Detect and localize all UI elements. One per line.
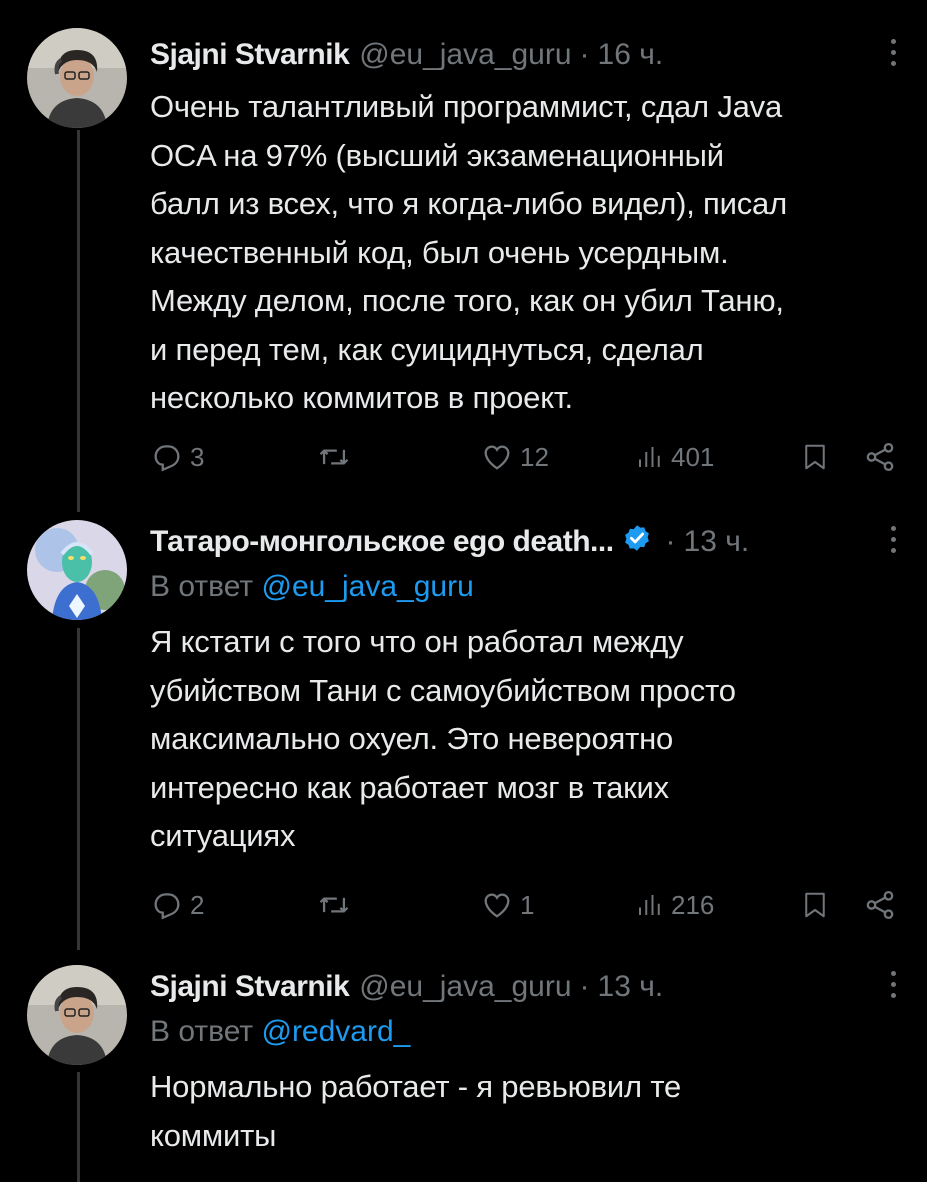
like-count: 12 (520, 441, 549, 472)
retweet-icon (319, 449, 349, 465)
tweet-text: Очень талантливый программист, сдал Java… (150, 83, 907, 423)
reply-prefix: В ответ (150, 1015, 254, 1048)
timestamp[interactable]: 13 ч. (598, 970, 664, 1004)
user-handle[interactable]: @eu_java_guru (359, 970, 571, 1004)
tweet-text: Нормально работает - я ревьювил те комми… (150, 1063, 907, 1160)
views-count: 401 (671, 441, 715, 472)
views-count: 216 (671, 889, 715, 920)
tweet-text-line: убийством Тани с самоубийством просто (150, 672, 736, 708)
separator-dot: · (579, 38, 590, 71)
tweet-text-line: балл из всех, что я когда-либо видел), п… (150, 186, 787, 221)
reply-icon (154, 893, 180, 920)
tweet-text-line: максимально охуел. Это невероятно (150, 721, 674, 756)
display-name[interactable]: Sjajni Stvarnik (150, 38, 350, 72)
tweet-text-line: качественный код, был очень усердным. (150, 234, 729, 270)
retweet-icon (319, 897, 349, 913)
reply-count: 2 (190, 889, 205, 920)
more-icon[interactable] (889, 971, 897, 998)
bookmark-icon (805, 892, 825, 918)
tweet-text-line: несколько коммитов в проект. (150, 380, 573, 415)
share-icon (866, 890, 894, 920)
tweet-text-line: Между делом, после того, как он убил Тан… (150, 283, 784, 318)
bookmark-button[interactable] (800, 440, 830, 474)
timestamp[interactable]: 13 ч. (684, 525, 750, 559)
retweet-button[interactable] (315, 888, 353, 922)
tweet-header: Sjajni Stvarnik @eu_java_guru · 16 ч. (150, 33, 907, 77)
more-icon[interactable] (889, 39, 897, 66)
reply-prefix: В ответ (150, 570, 254, 603)
display-name[interactable]: Татаро-монгольское ego death... (150, 525, 614, 559)
tweet-text-line: и перед тем, как суициднуться, сделал (150, 331, 704, 367)
action-bar: 3 12 401 (150, 440, 907, 480)
tweet-text-line: ситуациях (150, 818, 296, 853)
retweet-button[interactable] (315, 440, 353, 474)
share-icon (866, 442, 894, 472)
verified-badge-icon (622, 523, 652, 561)
more-icon[interactable] (889, 526, 897, 553)
bookmark-icon (805, 444, 825, 470)
tweet-text-line: интересно как работает мозг в таких (150, 769, 669, 805)
action-bar: 2 1 216 (150, 888, 907, 928)
avatar[interactable] (27, 28, 127, 128)
views-button[interactable]: 216 (635, 888, 714, 922)
reply-button[interactable]: 3 (150, 440, 204, 474)
timestamp[interactable]: 16 ч. (598, 38, 664, 72)
tweet[interactable]: Sjajni Stvarnik @eu_java_guru · 16 ч. Оч… (0, 0, 927, 500)
user-handle[interactable]: @eu_java_guru (359, 38, 571, 72)
tweet[interactable]: Татаро-монгольское ego death... · 13 ч. … (0, 500, 927, 945)
like-count: 1 (520, 889, 535, 920)
reply-count: 3 (190, 441, 205, 472)
tweet-header: Татаро-монгольское ego death... · 13 ч. (150, 520, 907, 564)
share-button[interactable] (863, 888, 897, 922)
like-button[interactable]: 1 (480, 888, 534, 922)
views-icon (639, 895, 660, 915)
tweet-header: Sjajni Stvarnik @eu_java_guru · 13 ч. (150, 965, 907, 1009)
tweet-text-line: Очень талантливый программист, сдал Java (150, 89, 783, 124)
tweet-text-line: коммиты (150, 1117, 277, 1153)
reply-context: В ответ @redvard_ (150, 1009, 907, 1055)
tweet-text-line: OCA на 97% (высший экзаменационный (150, 137, 724, 173)
avatar[interactable] (27, 520, 127, 620)
like-button[interactable]: 12 (480, 440, 549, 474)
display-name[interactable]: Sjajni Stvarnik (150, 970, 350, 1004)
tweet-text-line: Нормально работает - я ревьювил те (150, 1069, 682, 1104)
reply-button[interactable]: 2 (150, 888, 204, 922)
tweet-text: Я кстати с того что он работал между уби… (150, 618, 907, 861)
like-icon (484, 893, 510, 918)
avatar[interactable] (27, 965, 127, 1065)
tweet[interactable]: Sjajni Stvarnik @eu_java_guru · 13 ч. В … (0, 945, 927, 1182)
bookmark-button[interactable] (800, 888, 830, 922)
reply-mention-link[interactable]: @redvard_ (261, 1015, 410, 1048)
tweet-text-line: Я кстати с того что он работал между (150, 624, 684, 659)
share-button[interactable] (863, 440, 897, 474)
views-button[interactable]: 401 (635, 440, 714, 474)
views-icon (639, 447, 660, 467)
like-icon (484, 445, 510, 470)
separator-dot: · (665, 525, 676, 558)
reply-mention-link[interactable]: @eu_java_guru (261, 570, 473, 603)
reply-icon (154, 445, 180, 472)
reply-context: В ответ @eu_java_guru (150, 564, 907, 610)
separator-dot: · (579, 970, 590, 1003)
